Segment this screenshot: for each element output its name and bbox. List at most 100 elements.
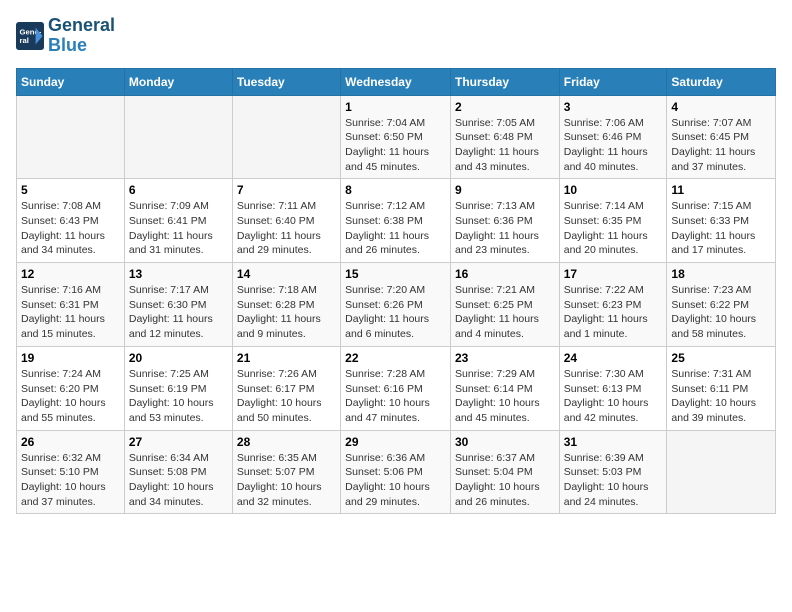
- weekday-header-tuesday: Tuesday: [232, 68, 340, 95]
- calendar-week-5: 26Sunrise: 6:32 AM Sunset: 5:10 PM Dayli…: [17, 430, 776, 514]
- calendar-cell: 14Sunrise: 7:18 AM Sunset: 6:28 PM Dayli…: [232, 263, 340, 347]
- weekday-header-monday: Monday: [124, 68, 232, 95]
- day-info: Sunrise: 6:36 AM Sunset: 5:06 PM Dayligh…: [345, 451, 446, 510]
- day-number: 17: [564, 267, 663, 281]
- day-info: Sunrise: 7:20 AM Sunset: 6:26 PM Dayligh…: [345, 283, 446, 342]
- day-info: Sunrise: 7:14 AM Sunset: 6:35 PM Dayligh…: [564, 199, 663, 258]
- day-number: 22: [345, 351, 446, 365]
- calendar-week-2: 5 Sunrise: 7:08 AM Sunset: 6:43 PM Daylig…: [17, 179, 776, 263]
- calendar-cell: 13 Sunrise: 7:17 AM Sunset: 6:30 PM Dayli…: [124, 263, 232, 347]
- day-number: 11: [671, 183, 771, 197]
- calendar-cell: 6Sunrise: 7:09 AM Sunset: 6:41 PM Daylig…: [124, 179, 232, 263]
- calendar-cell: [124, 95, 232, 179]
- day-number: 7: [237, 183, 336, 197]
- day-number: 4: [671, 100, 771, 114]
- day-number: 16: [455, 267, 555, 281]
- day-info: Sunrise: 7:11 AM Sunset: 6:40 PM Dayligh…: [237, 199, 336, 258]
- calendar-cell: 26Sunrise: 6:32 AM Sunset: 5:10 PM Dayli…: [17, 430, 125, 514]
- day-number: 20: [129, 351, 228, 365]
- day-info: Sunrise: 7:15 AM Sunset: 6:33 PM Dayligh…: [671, 199, 771, 258]
- day-number: 23: [455, 351, 555, 365]
- calendar-cell: 11 Sunrise: 7:15 AM Sunset: 6:33 PM Dayli…: [667, 179, 776, 263]
- calendar-cell: 7 Sunrise: 7:11 AM Sunset: 6:40 PM Daylig…: [232, 179, 340, 263]
- day-number: 18: [671, 267, 771, 281]
- day-number: 15: [345, 267, 446, 281]
- day-number: 14: [237, 267, 336, 281]
- calendar-cell: 8Sunrise: 7:12 AM Sunset: 6:38 PM Daylig…: [341, 179, 451, 263]
- day-number: 2: [455, 100, 555, 114]
- calendar-cell: [17, 95, 125, 179]
- day-number: 24: [564, 351, 663, 365]
- day-number: 27: [129, 435, 228, 449]
- calendar-cell: 19 Sunrise: 7:24 AM Sunset: 6:20 PM Dayli…: [17, 346, 125, 430]
- day-info: Sunrise: 6:37 AM Sunset: 5:04 PM Dayligh…: [455, 451, 555, 510]
- calendar-cell: 20 Sunrise: 7:25 AM Sunset: 6:19 PM Dayli…: [124, 346, 232, 430]
- day-number: 12: [21, 267, 120, 281]
- calendar-cell: 4 Sunrise: 7:07 AM Sunset: 6:45 PM Daylig…: [667, 95, 776, 179]
- day-info: Sunrise: 7:06 AM Sunset: 6:46 PM Dayligh…: [564, 116, 663, 175]
- calendar-cell: 31 Sunrise: 6:39 AM Sunset: 5:03 PM Dayli…: [559, 430, 667, 514]
- calendar-cell: 5 Sunrise: 7:08 AM Sunset: 6:43 PM Daylig…: [17, 179, 125, 263]
- calendar-cell: 15 Sunrise: 7:20 AM Sunset: 6:26 PM Dayli…: [341, 263, 451, 347]
- day-number: 25: [671, 351, 771, 365]
- calendar-cell: 24 Sunrise: 7:30 AM Sunset: 6:13 PM Dayli…: [559, 346, 667, 430]
- day-info: Sunrise: 7:04 AM Sunset: 6:50 PM Dayligh…: [345, 116, 446, 175]
- calendar-cell: 10 Sunrise: 7:14 AM Sunset: 6:35 PM Dayli…: [559, 179, 667, 263]
- day-info: Sunrise: 7:29 AM Sunset: 6:14 PM Dayligh…: [455, 367, 555, 426]
- svg-text:ral: ral: [20, 36, 29, 45]
- day-info: Sunrise: 7:23 AM Sunset: 6:22 PM Dayligh…: [671, 283, 771, 342]
- calendar-cell: 3 Sunrise: 7:06 AM Sunset: 6:46 PM Daylig…: [559, 95, 667, 179]
- calendar-cell: 1Sunrise: 7:04 AM Sunset: 6:50 PM Daylig…: [341, 95, 451, 179]
- day-info: Sunrise: 7:28 AM Sunset: 6:16 PM Dayligh…: [345, 367, 446, 426]
- day-info: Sunrise: 7:25 AM Sunset: 6:19 PM Dayligh…: [129, 367, 228, 426]
- logo-icon: Gene- ral: [16, 22, 44, 50]
- weekday-header-thursday: Thursday: [450, 68, 559, 95]
- calendar-week-3: 12 Sunrise: 7:16 AM Sunset: 6:31 PM Dayli…: [17, 263, 776, 347]
- day-number: 31: [564, 435, 663, 449]
- day-number: 6: [129, 183, 228, 197]
- day-info: Sunrise: 6:39 AM Sunset: 5:03 PM Dayligh…: [564, 451, 663, 510]
- day-number: 19: [21, 351, 120, 365]
- calendar-cell: [667, 430, 776, 514]
- day-info: Sunrise: 7:12 AM Sunset: 6:38 PM Dayligh…: [345, 199, 446, 258]
- calendar-cell: 12 Sunrise: 7:16 AM Sunset: 6:31 PM Dayli…: [17, 263, 125, 347]
- day-info: Sunrise: 7:24 AM Sunset: 6:20 PM Dayligh…: [21, 367, 120, 426]
- day-number: 21: [237, 351, 336, 365]
- day-info: Sunrise: 6:34 AM Sunset: 5:08 PM Dayligh…: [129, 451, 228, 510]
- calendar-cell: 16 Sunrise: 7:21 AM Sunset: 6:25 PM Dayli…: [450, 263, 559, 347]
- calendar-cell: 30 Sunrise: 6:37 AM Sunset: 5:04 PM Dayli…: [450, 430, 559, 514]
- day-info: Sunrise: 7:05 AM Sunset: 6:48 PM Dayligh…: [455, 116, 555, 175]
- day-number: 28: [237, 435, 336, 449]
- page-header: Gene- ral General Blue: [16, 16, 776, 56]
- day-info: Sunrise: 7:31 AM Sunset: 6:11 PM Dayligh…: [671, 367, 771, 426]
- calendar-table: SundayMondayTuesdayWednesdayThursdayFrid…: [16, 68, 776, 515]
- day-info: Sunrise: 6:35 AM Sunset: 5:07 PM Dayligh…: [237, 451, 336, 510]
- calendar-cell: 25 Sunrise: 7:31 AM Sunset: 6:11 PM Dayli…: [667, 346, 776, 430]
- day-info: Sunrise: 7:13 AM Sunset: 6:36 PM Dayligh…: [455, 199, 555, 258]
- day-number: 3: [564, 100, 663, 114]
- day-info: Sunrise: 7:16 AM Sunset: 6:31 PM Dayligh…: [21, 283, 120, 342]
- day-number: 10: [564, 183, 663, 197]
- day-info: Sunrise: 7:08 AM Sunset: 6:43 PM Dayligh…: [21, 199, 120, 258]
- day-number: 5: [21, 183, 120, 197]
- calendar-cell: [232, 95, 340, 179]
- day-info: Sunrise: 7:26 AM Sunset: 6:17 PM Dayligh…: [237, 367, 336, 426]
- calendar-cell: 17Sunrise: 7:22 AM Sunset: 6:23 PM Dayli…: [559, 263, 667, 347]
- calendar-week-1: 1Sunrise: 7:04 AM Sunset: 6:50 PM Daylig…: [17, 95, 776, 179]
- day-info: Sunrise: 7:07 AM Sunset: 6:45 PM Dayligh…: [671, 116, 771, 175]
- day-number: 30: [455, 435, 555, 449]
- day-info: Sunrise: 7:17 AM Sunset: 6:30 PM Dayligh…: [129, 283, 228, 342]
- weekday-header-sunday: Sunday: [17, 68, 125, 95]
- day-info: Sunrise: 7:21 AM Sunset: 6:25 PM Dayligh…: [455, 283, 555, 342]
- calendar-cell: 9 Sunrise: 7:13 AM Sunset: 6:36 PM Daylig…: [450, 179, 559, 263]
- calendar-cell: 22 Sunrise: 7:28 AM Sunset: 6:16 PM Dayli…: [341, 346, 451, 430]
- day-info: Sunrise: 6:32 AM Sunset: 5:10 PM Dayligh…: [21, 451, 120, 510]
- day-info: Sunrise: 7:30 AM Sunset: 6:13 PM Dayligh…: [564, 367, 663, 426]
- calendar-cell: 2 Sunrise: 7:05 AM Sunset: 6:48 PM Daylig…: [450, 95, 559, 179]
- day-number: 13: [129, 267, 228, 281]
- day-number: 9: [455, 183, 555, 197]
- calendar-cell: 23 Sunrise: 7:29 AM Sunset: 6:14 PM Dayli…: [450, 346, 559, 430]
- weekday-header-friday: Friday: [559, 68, 667, 95]
- day-number: 29: [345, 435, 446, 449]
- calendar-cell: 29 Sunrise: 6:36 AM Sunset: 5:06 PM Dayli…: [341, 430, 451, 514]
